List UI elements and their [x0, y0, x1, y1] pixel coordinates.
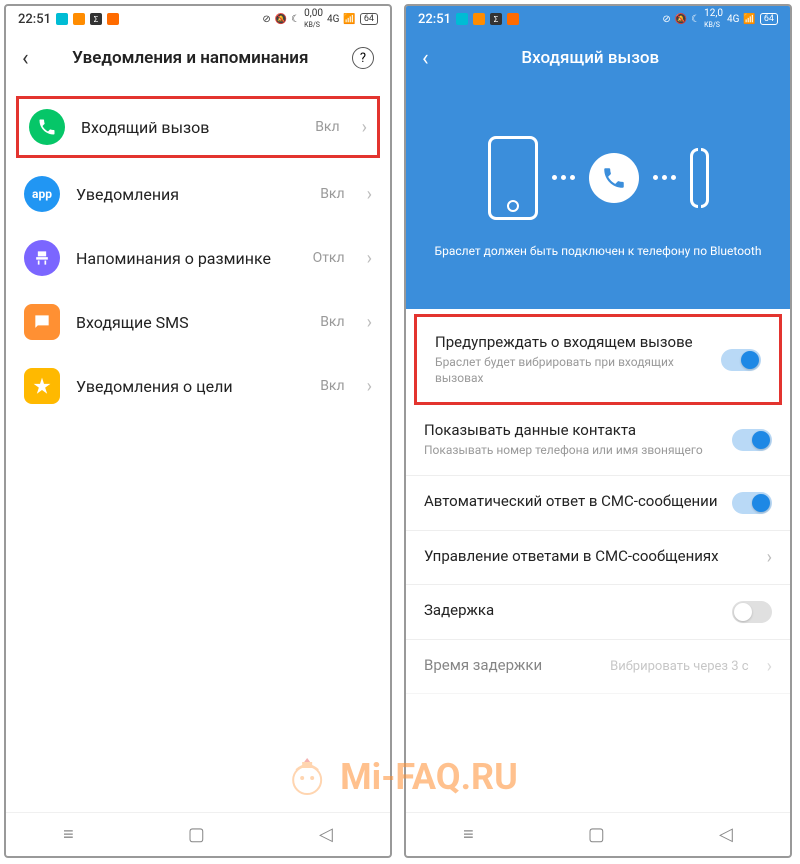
- chevron-right-icon: ›: [367, 376, 372, 397]
- moon-icon: ☾: [291, 14, 300, 25]
- phone-screenshot-left: 22:51 Σ ⊘ 🔕 ☾ 0,00KB/S 4G 📶 64 ‹ Уведомл…: [4, 4, 392, 858]
- item-incoming-sms[interactable]: Входящие SMS Вкл ›: [6, 290, 390, 354]
- toggle-switch[interactable]: [732, 429, 772, 451]
- setting-alert-incoming[interactable]: Предупреждать о входящем вызове Браслет …: [414, 314, 782, 405]
- phone-screenshot-right: 22:51 Σ ⊘ 🔕 ☾ 12,0KB/S 4G 📶 64 ‹ Входящи…: [404, 4, 792, 858]
- app-badge-icon: Σ: [490, 13, 502, 25]
- setting-title: Автоматический ответ в СМС-сообщении: [424, 492, 720, 510]
- battery-icon: 64: [760, 13, 778, 25]
- page-title: Входящий вызов: [443, 48, 738, 68]
- chevron-right-icon: ›: [367, 248, 372, 269]
- item-value: Вкл: [320, 314, 344, 330]
- toggle-switch[interactable]: [721, 349, 761, 371]
- hero-caption: Браслет должен быть подключен к телефону…: [419, 244, 778, 258]
- dnd-icon: 🔕: [675, 14, 687, 25]
- settings-list: Предупреждать о входящем вызове Браслет …: [406, 309, 790, 812]
- connection-dots-icon: [552, 175, 575, 180]
- setting-auto-sms-reply[interactable]: Автоматический ответ в СМС-сообщении: [406, 476, 790, 531]
- nav-home[interactable]: ▢: [588, 824, 605, 845]
- phone-outline-icon: [488, 136, 538, 220]
- help-button[interactable]: ?: [352, 47, 374, 69]
- item-label: Входящие SMS: [76, 313, 304, 332]
- battery-icon: 64: [360, 13, 378, 25]
- setting-delay-time[interactable]: Время задержки Вибрировать через 3 с ›: [406, 640, 790, 694]
- nav-back[interactable]: ◁: [319, 824, 333, 845]
- signal-icon: 📶: [743, 14, 755, 25]
- nav-bar: ≡ ▢ ◁: [406, 812, 790, 856]
- app-badge-icon: Σ: [90, 13, 102, 25]
- setting-title: Предупреждать о входящем вызове: [435, 333, 709, 351]
- signal-icon: 📶: [343, 14, 355, 25]
- item-label: Напоминания о разминке: [76, 249, 297, 268]
- header: ‹ Входящий вызов: [406, 32, 790, 84]
- dnd-icon: 🔕: [275, 14, 287, 25]
- chevron-right-icon: ›: [362, 117, 367, 138]
- app-badge-icon: [507, 13, 519, 25]
- item-label: Входящий вызов: [81, 118, 299, 137]
- back-button[interactable]: ‹: [22, 46, 29, 71]
- item-stretch-reminder[interactable]: Напоминания о разминке Откл ›: [6, 226, 390, 290]
- app-badge-icon: [456, 13, 468, 25]
- sms-icon: [24, 304, 60, 340]
- item-value: Вкл: [315, 119, 339, 135]
- setting-title: Задержка: [424, 601, 720, 619]
- call-circle-icon: [589, 153, 639, 203]
- nav-home[interactable]: ▢: [188, 824, 205, 845]
- toggle-switch[interactable]: [732, 492, 772, 514]
- moon-icon: ☾: [691, 14, 700, 25]
- item-value: Вкл: [320, 378, 344, 394]
- setting-title: Управление ответами в СМС-сообщениях: [424, 547, 749, 565]
- item-label: Уведомления о цели: [76, 377, 304, 396]
- goal-icon: [24, 368, 60, 404]
- header: ‹ Уведомления и напоминания ?: [6, 32, 390, 84]
- setting-subtitle: Показывать номер телефона или имя звонящ…: [424, 442, 720, 458]
- setting-value: Вибрировать через 3 с: [610, 659, 748, 674]
- network-icon: 4G: [327, 14, 339, 25]
- connection-dots-icon: [653, 175, 676, 180]
- network-icon: 4G: [727, 14, 739, 25]
- app-badge-icon: [56, 13, 68, 25]
- status-time: 22:51: [18, 12, 51, 27]
- status-bar: 22:51 Σ ⊘ 🔕 ☾ 12,0KB/S 4G 📶 64: [406, 6, 790, 32]
- settings-list: Входящий вызов Вкл › app Уведомления Вкл…: [6, 84, 390, 812]
- setting-subtitle: Браслет будет вибрировать при входящих в…: [435, 354, 709, 386]
- nav-bar: ≡ ▢ ◁: [6, 812, 390, 856]
- item-incoming-call[interactable]: Входящий вызов Вкл ›: [16, 96, 380, 158]
- nav-back[interactable]: ◁: [719, 824, 733, 845]
- alarm-icon: ⊘: [662, 14, 670, 25]
- nav-recent[interactable]: ≡: [63, 824, 74, 845]
- chevron-right-icon: ›: [767, 656, 772, 677]
- chair-icon: [24, 240, 60, 276]
- data-rate: 0,00KB/S: [304, 8, 323, 30]
- setting-delay[interactable]: Задержка: [406, 585, 790, 640]
- item-value: Вкл: [320, 186, 344, 202]
- status-time: 22:51: [418, 12, 451, 27]
- nav-recent[interactable]: ≡: [463, 824, 474, 845]
- app-badge-icon: [73, 13, 85, 25]
- item-notifications[interactable]: app Уведомления Вкл ›: [6, 162, 390, 226]
- app-badge-icon: [473, 13, 485, 25]
- data-rate: 12,0KB/S: [704, 8, 723, 30]
- chevron-right-icon: ›: [367, 312, 372, 333]
- item-value: Откл: [313, 250, 345, 266]
- item-label: Уведомления: [76, 185, 304, 204]
- app-icon: app: [24, 176, 60, 212]
- page-title: Уведомления и напоминания: [43, 48, 338, 68]
- phone-icon: [29, 109, 65, 145]
- chevron-right-icon: ›: [767, 547, 772, 568]
- app-badge-icon: [107, 13, 119, 25]
- chevron-right-icon: ›: [367, 184, 372, 205]
- item-goal-notifications[interactable]: Уведомления о цели Вкл ›: [6, 354, 390, 418]
- alarm-icon: ⊘: [262, 14, 270, 25]
- hero-illustration: Браслет должен быть подключен к телефону…: [406, 84, 790, 309]
- setting-manage-sms-replies[interactable]: Управление ответами в СМС-сообщениях ›: [406, 531, 790, 585]
- status-bar: 22:51 Σ ⊘ 🔕 ☾ 0,00KB/S 4G 📶 64: [6, 6, 390, 32]
- toggle-switch[interactable]: [732, 601, 772, 623]
- setting-title: Время задержки: [424, 656, 598, 674]
- setting-title: Показывать данные контакта: [424, 421, 720, 439]
- back-button[interactable]: ‹: [422, 46, 429, 71]
- setting-show-contact[interactable]: Показывать данные контакта Показывать но…: [406, 405, 790, 475]
- vibrate-icon: [690, 148, 709, 208]
